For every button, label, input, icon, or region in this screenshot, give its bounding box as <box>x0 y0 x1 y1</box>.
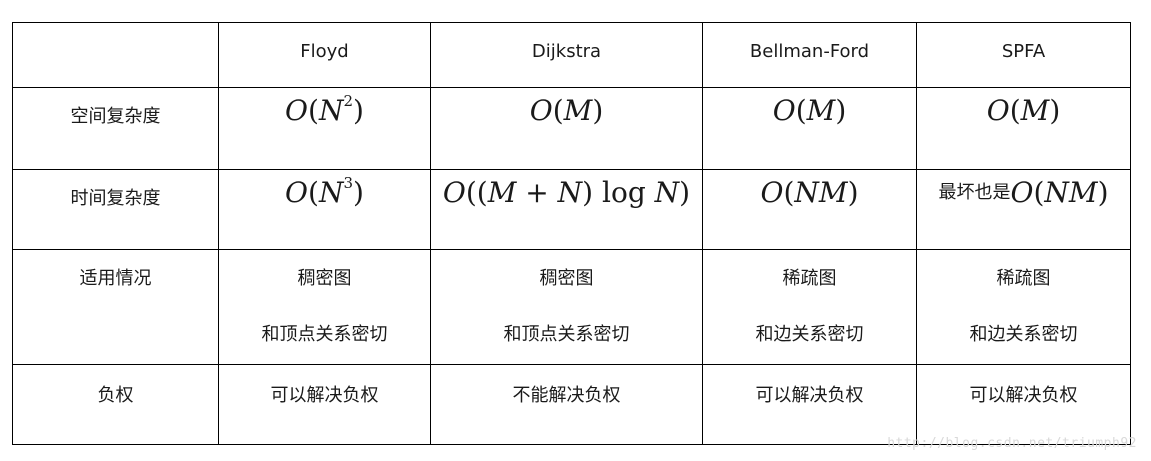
formula: O(M) <box>986 94 1061 127</box>
header-bellman-ford: Bellman-Ford <box>702 22 917 88</box>
negative-weight-row: 负权 可以解决负权 不能解决负权 可以解决负权 可以解决负权 <box>12 364 1131 445</box>
worst-case-prefix: 最坏也是 <box>938 182 1011 203</box>
formula: O((M + N) log N) <box>442 176 691 209</box>
time-complexity-row: 时间复杂度 O(N3) O((M + N) log N) O(NM) 最坏也是O… <box>12 169 1131 250</box>
relation-note: 和边关系密切 <box>755 324 864 345</box>
negative-weight-floyd: 可以解决负权 <box>218 364 431 445</box>
algorithm-comparison-table: Floyd Dijkstra Bellman-Ford SPFA 空间复杂度 O… <box>12 22 1131 445</box>
relation-note: 和顶点关系密切 <box>503 324 630 345</box>
negative-weight-dijkstra: 不能解决负权 <box>430 364 703 445</box>
applicable-cases-label-cell: 适用情况 <box>12 249 219 365</box>
space-complexity-label-cell: 空间复杂度 <box>12 87 219 170</box>
relation-note: 和边关系密切 <box>969 324 1078 345</box>
formula: O(NM) <box>760 176 859 209</box>
applicable-cases-bellman-ford: 稀疏图 和边关系密切 <box>702 249 917 365</box>
space-complexity-spfa: O(M) <box>916 87 1131 170</box>
graph-type: 稀疏图 <box>782 268 837 289</box>
space-complexity-row: 空间复杂度 O(N2) O(M) O(M) O(M) <box>12 87 1131 170</box>
graph-type: 稠密图 <box>539 268 594 289</box>
applicable-cases-floyd: 稠密图和顶点关系密切 <box>218 249 431 365</box>
time-complexity-floyd: O(N3) <box>218 169 431 250</box>
graph-type: 稠密图 <box>297 268 352 289</box>
header-spfa: SPFA <box>916 22 1131 88</box>
watermark: http://blog.csdn.net/triumph92 <box>887 436 1137 451</box>
relation-note: 和顶点关系密切 <box>261 324 388 345</box>
formula: 最坏也是O(NM) <box>938 176 1109 209</box>
time-complexity-bellman-ford: O(NM) <box>702 169 917 250</box>
formula: O(M) <box>529 94 604 127</box>
time-complexity-spfa: 最坏也是O(NM) <box>916 169 1131 250</box>
applicable-cases-dijkstra: 稠密图和顶点关系密切 <box>430 249 703 365</box>
formula: O(M) <box>772 94 847 127</box>
header-floyd: Floyd <box>218 22 431 88</box>
applicable-cases-row: 适用情况 稠密图和顶点关系密切 稠密图和顶点关系密切 稀疏图和边关系密切 稀疏图… <box>12 249 1131 365</box>
time-complexity-label-cell: 时间复杂度 <box>12 169 219 250</box>
space-complexity-floyd: O(N2) <box>218 87 431 170</box>
time-complexity-dijkstra: O((M + N) log N) <box>430 169 703 250</box>
negative-weight-spfa: 可以解决负权 <box>916 364 1131 445</box>
space-complexity-bellman-ford: O(M) <box>702 87 917 170</box>
formula: O(N3) <box>285 174 364 209</box>
applicable-cases-spfa: 稀疏图 和边关系密切 <box>916 249 1131 365</box>
header-row: Floyd Dijkstra Bellman-Ford SPFA <box>12 22 1131 88</box>
formula: O(N2) <box>285 92 364 127</box>
space-complexity-dijkstra: O(M) <box>430 87 703 170</box>
graph-type: 稀疏图 <box>996 268 1051 289</box>
header-corner-cell <box>12 22 219 88</box>
negative-weight-label-cell: 负权 <box>12 364 219 445</box>
negative-weight-bellman-ford: 可以解决负权 <box>702 364 917 445</box>
header-dijkstra: Dijkstra <box>430 22 703 88</box>
